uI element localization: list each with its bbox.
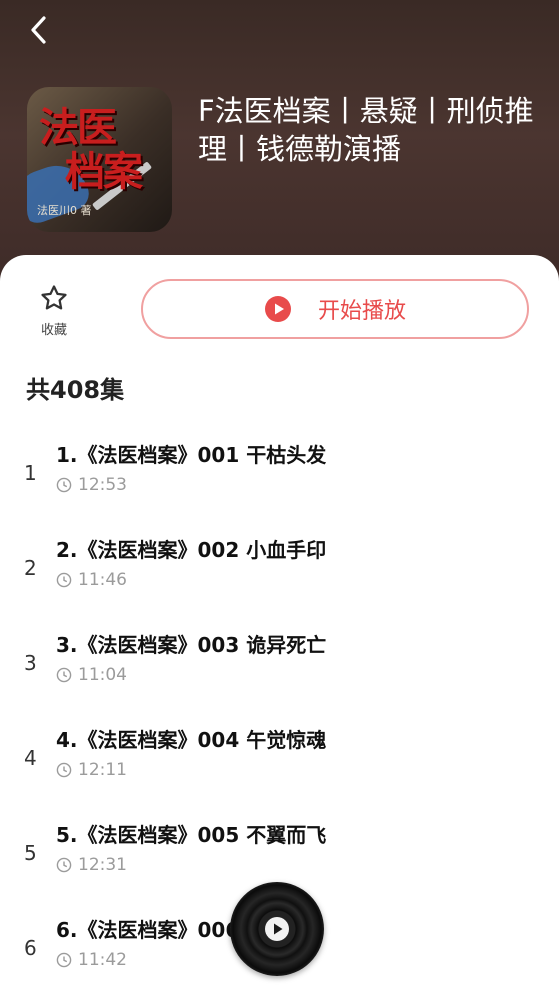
list-item[interactable]: 1 1.《法医档案》001 干枯头发 12:53	[0, 433, 559, 519]
episode-duration: 11:42	[56, 950, 127, 970]
back-button[interactable]	[22, 12, 54, 48]
cover-author: 法医川0 著	[37, 204, 92, 217]
episode-index: 5	[24, 841, 37, 865]
list-item[interactable]: 2 2.《法医档案》002 小血手印 11:46	[0, 528, 559, 614]
clock-icon	[56, 572, 72, 588]
favorite-label: 收藏	[40, 323, 67, 338]
episode-index: 4	[24, 746, 37, 770]
episode-index: 3	[24, 651, 37, 675]
chevron-left-icon	[31, 16, 46, 44]
clock-icon	[56, 667, 72, 683]
list-item[interactable]: 3 3.《法医档案》003 诡异死亡 11:04	[0, 623, 559, 709]
episode-index: 1	[24, 461, 37, 485]
episode-count: 共408集	[26, 376, 125, 404]
episode-duration-text: 12:53	[78, 475, 127, 495]
vinyl-disc-icon	[265, 917, 289, 941]
episode-title: 1.《法医档案》001 干枯头发	[56, 443, 327, 467]
episode-duration-text: 11:04	[78, 665, 127, 685]
episode-duration: 11:04	[56, 665, 127, 685]
episode-title: 5.《法医档案》005 不翼而飞	[56, 823, 327, 847]
episode-duration-text: 12:31	[78, 855, 127, 875]
episode-duration: 12:53	[56, 475, 127, 495]
episode-duration-text: 11:46	[78, 570, 127, 590]
episode-duration: 12:31	[56, 855, 127, 875]
episode-index: 6	[24, 936, 37, 960]
clock-icon	[56, 857, 72, 873]
episode-title: 2.《法医档案》002 小血手印	[56, 538, 327, 562]
start-play-button[interactable]: 开始播放	[141, 279, 529, 339]
episode-index: 2	[24, 556, 37, 580]
clock-icon	[56, 952, 72, 968]
mini-player-button[interactable]	[230, 882, 324, 976]
play-circle-icon	[264, 296, 291, 322]
episode-duration: 12:11	[56, 760, 127, 780]
episode-duration: 11:46	[56, 570, 127, 590]
favorite-button[interactable]: 收藏	[28, 283, 80, 343]
clock-icon	[56, 762, 72, 778]
album-title: F法医档案丨悬疑丨刑侦推理丨钱德勒演播	[198, 94, 534, 166]
clock-icon	[56, 477, 72, 493]
episode-title: 4.《法医档案》004 午觉惊魂	[56, 728, 327, 752]
episode-title: 3.《法医档案》003 诡异死亡	[56, 633, 327, 657]
cover-title-line-2: 档案	[65, 148, 143, 195]
album-cover: 法医 档案 法医川0 著	[27, 87, 172, 232]
start-play-label: 开始播放	[317, 299, 406, 324]
list-item[interactable]: 4 4.《法医档案》004 午觉惊魂 12:11	[0, 718, 559, 804]
star-outline-icon	[41, 285, 67, 310]
episode-duration-text: 12:11	[78, 760, 127, 780]
episode-duration-text: 11:42	[78, 950, 127, 970]
